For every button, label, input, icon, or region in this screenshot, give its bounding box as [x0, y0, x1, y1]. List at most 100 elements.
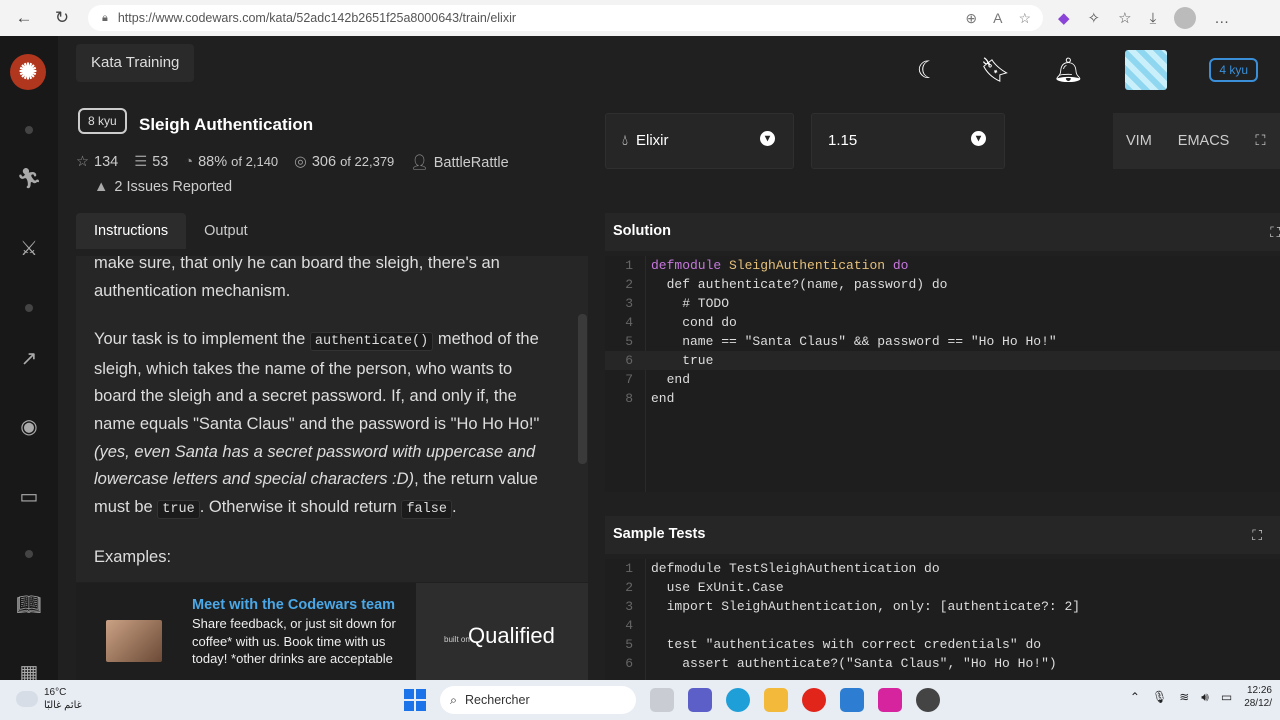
author-stat[interactable]: 👤︎ BattleRattle	[410, 154, 508, 171]
star-icon: ☆	[76, 154, 89, 170]
file-explorer-icon[interactable]	[764, 688, 788, 712]
microphone-icon[interactable]: 🎙︎	[1152, 690, 1167, 704]
chevron-up-icon[interactable]: ⌃	[1130, 690, 1140, 704]
promo-title[interactable]: Meet with the Codewars team	[192, 597, 395, 613]
windows-start-icon[interactable]	[404, 689, 426, 711]
promo-banner[interactable]: Meet with the Codewars team Share feedba…	[76, 583, 588, 680]
inline-code: true	[157, 499, 200, 519]
description-paragraph: make sure, that only he can board the sl…	[94, 256, 500, 300]
code-line[interactable]: 4	[605, 616, 1280, 635]
description-scrollbar[interactable]	[578, 314, 587, 464]
more-icon[interactable]: …	[1214, 10, 1229, 27]
tab-output[interactable]: Output	[186, 213, 266, 249]
code-line[interactable]: 1 defmodule TestSleighAuthentication do	[605, 559, 1280, 578]
rail-dot	[25, 550, 33, 558]
volume-icon[interactable]: 🔊︎	[1201, 690, 1209, 705]
fullscreen-icon[interactable]: ⛶	[1255, 133, 1265, 149]
url-text[interactable]: https://www.codewars.com/kata/52adc142b2…	[118, 11, 516, 25]
solution-title: Solution	[613, 223, 671, 239]
promo-image	[106, 620, 162, 662]
taskbar: 16°C غائم غالبًا ⌕ Rechercher ⌃ 🎙︎ ≋ 🔊︎ ▭ …	[0, 680, 1280, 720]
rail-dot	[25, 304, 33, 312]
dark-mode-moon-icon[interactable]: ☾	[917, 56, 939, 85]
issues-reported[interactable]: ▲ 2 Issues Reported	[94, 179, 232, 195]
sample-tests-header: Sample Tests ⛶	[605, 516, 1280, 554]
kata-rank-badge: 8 kyu	[78, 108, 127, 134]
lock-icon: 🔒︎	[102, 11, 108, 24]
instructions-panel: 8 kyu Sleigh Authentication ☆ 134 ☰ 53 ◔ 88…	[58, 96, 598, 680]
inline-code: authenticate()	[309, 332, 434, 352]
bookmark-icon[interactable]: 🔖︎	[980, 56, 1010, 85]
sample-tests-editor[interactable]: 1 defmodule TestSleighAuthentication do 2…	[605, 559, 1280, 680]
code-line[interactable]: 1 defmodule SleighAuthentication do	[605, 256, 1280, 275]
address-bar[interactable]: 🔒︎ https://www.codewars.com/kata/52adc14…	[88, 5, 1043, 31]
collections-stat[interactable]: ☰ 53	[134, 154, 168, 171]
docs-book-icon[interactable]: 📖︎	[0, 592, 58, 617]
code-line[interactable]: 3 import SleighAuthentication, only: [au…	[605, 597, 1280, 616]
version-select[interactable]: 1.15 ▾	[811, 113, 1005, 169]
taskbar-search[interactable]: ⌕ Rechercher	[440, 686, 636, 714]
extensions-puzzle-icon[interactable]: ✧	[1088, 9, 1101, 27]
code-line[interactable]: 8 end	[605, 389, 1280, 408]
code-line[interactable]: 5 name == "Santa Claus" && password == "…	[605, 332, 1280, 351]
rail-dot	[25, 126, 33, 134]
vim-mode-button[interactable]: VIM	[1126, 133, 1152, 149]
code-line[interactable]: 2 def authenticate?(name, password) do	[605, 275, 1280, 294]
collections-icon: ☰	[134, 154, 148, 170]
stars-stat[interactable]: ☆ 134	[76, 154, 118, 171]
user-rank-badge[interactable]: 4 kyu	[1209, 58, 1258, 82]
emacs-mode-button[interactable]: EMACS	[1178, 133, 1230, 149]
extension-icon[interactable]: ◆	[1058, 9, 1070, 27]
promo-body: Share feedback, or just sit down for cof…	[192, 616, 396, 666]
favorite-star-icon[interactable]: ☆	[1018, 10, 1031, 27]
battery-icon[interactable]: ▭	[1221, 690, 1232, 704]
code-line[interactable]: 2 use ExUnit.Case	[605, 578, 1280, 597]
teams-icon[interactable]	[688, 688, 712, 712]
solution-editor[interactable]: 1 defmodule SleighAuthentication do 2 def…	[605, 256, 1280, 492]
practice-icon[interactable]: ⚔︎	[0, 236, 58, 261]
store-icon[interactable]	[840, 688, 864, 712]
left-rail: ✺ 🏃︎ ⚔︎ ↗ ◉ ▭ 📖︎ ▦	[0, 36, 58, 684]
discussion-icon[interactable]: ▭	[0, 484, 58, 509]
leaderboard-icon[interactable]: ↗	[0, 346, 58, 371]
training-icon[interactable]: 🏃︎	[0, 166, 58, 191]
code-line-current[interactable]: 6 true	[605, 351, 1280, 370]
kata-description: make sure, that only he can board the sl…	[76, 256, 588, 582]
sample-tests-title: Sample Tests	[613, 526, 706, 542]
opera-icon[interactable]	[802, 688, 826, 712]
notifications-bell-icon[interactable]: 🔔︎	[1053, 56, 1083, 85]
task-view-icon[interactable]	[650, 688, 674, 712]
satisfaction-stat: ◔ 88% of 2,140	[184, 154, 279, 170]
completed-stat: ◎ 306 of 22,379	[294, 154, 395, 170]
user-avatar[interactable]	[1125, 50, 1168, 90]
back-icon[interactable]: ←	[10, 8, 38, 28]
reload-icon[interactable]: ↻	[48, 8, 76, 28]
kata-title[interactable]: Sleigh Authentication	[139, 115, 313, 135]
chevron-down-icon: ▾	[760, 131, 775, 146]
zoom-icon[interactable]: ⊕	[965, 10, 977, 27]
inline-code: false	[401, 499, 452, 519]
favorites-icon[interactable]: ☆	[1118, 9, 1131, 27]
version-value: 1.15	[828, 132, 858, 149]
discord-icon[interactable]: ◉	[0, 414, 58, 439]
chatgpt-icon[interactable]	[916, 688, 940, 712]
wifi-icon[interactable]: ≋	[1179, 690, 1189, 704]
downloads-icon[interactable]: ⤓	[1150, 10, 1157, 27]
code-line[interactable]: 3 # TODO	[605, 294, 1280, 313]
edge-icon[interactable]	[726, 688, 750, 712]
elixir-drop-icon: 💧︎	[622, 132, 629, 149]
profile-avatar[interactable]	[1174, 7, 1197, 29]
code-line[interactable]: 6 assert authenticate?("Santa Claus", "H…	[605, 654, 1280, 673]
code-line[interactable]: 4 cond do	[605, 313, 1280, 332]
expand-icon[interactable]: ⛶	[1252, 527, 1262, 544]
expand-icon[interactable]: ⛶	[1270, 224, 1280, 241]
language-select[interactable]: 💧︎ Elixir ▾	[605, 113, 794, 169]
codewars-logo[interactable]: ✺	[10, 54, 46, 90]
instagram-icon[interactable]	[878, 688, 902, 712]
weather-widget[interactable]: 16°C غائم غالبًا	[16, 686, 82, 712]
read-aloud-icon[interactable]: A	[993, 10, 1002, 27]
tab-instructions[interactable]: Instructions	[76, 213, 187, 249]
code-line[interactable]: 7 end	[605, 370, 1280, 389]
clock[interactable]: 12:26 28/12/	[1244, 684, 1272, 710]
code-line[interactable]: 5 test "authenticates with correct crede…	[605, 635, 1280, 654]
